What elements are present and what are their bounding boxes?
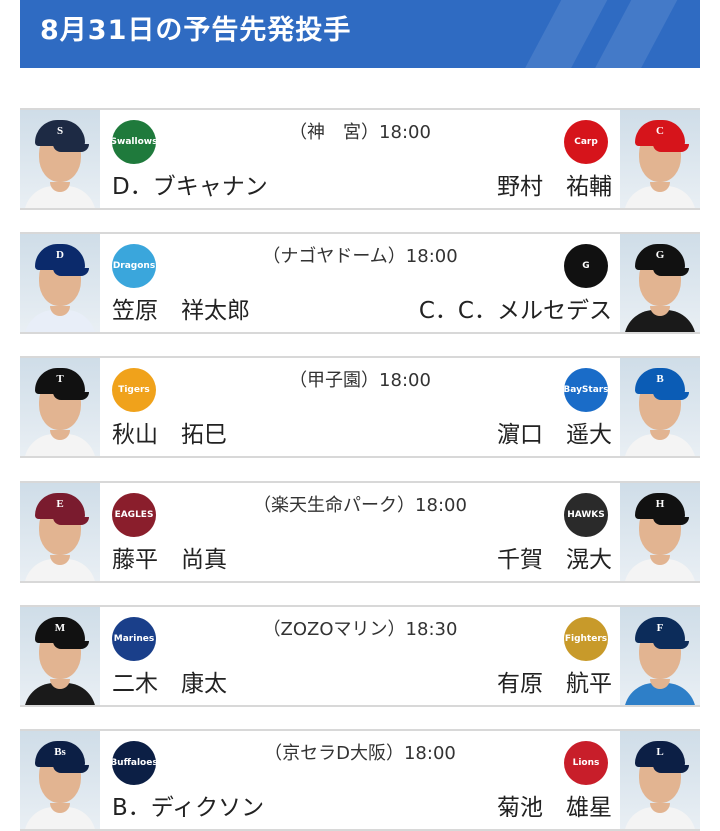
- hawks-logo: HAWKS: [564, 493, 608, 537]
- buffaloes-logo: Buffaloes: [112, 741, 156, 785]
- pitcher-photo: T: [20, 358, 100, 456]
- page-title: 8月31日の予告先発投手: [40, 15, 352, 46]
- game-card[interactable]: T B Tigers BayStars （甲子園）18:00 秋山 拓巳 濵口 遥大: [20, 356, 700, 458]
- pitcher-photo: E: [20, 483, 100, 581]
- cap-mark: G: [655, 249, 665, 261]
- cap-mark: C: [656, 125, 664, 137]
- pitcher-photo: Bs: [20, 731, 100, 829]
- game-card[interactable]: S C Swallows Carp （神 宮）18:00 D．ブキャナン 野村 祐輔: [20, 108, 700, 210]
- away-pitcher-name[interactable]: 千賀 滉大: [497, 540, 612, 574]
- cap-mark: S: [56, 125, 64, 137]
- tigers-logo: Tigers: [112, 368, 156, 412]
- eagles-logo: EAGLES: [112, 493, 156, 537]
- game-card[interactable]: E H EAGLES HAWKS （楽天生命パーク）18:00 藤平 尚真 千賀 滉大: [20, 481, 700, 583]
- venue-time: （楽天生命パーク）18:00: [253, 495, 467, 516]
- game-card[interactable]: M F Marines Fighters （ZOZOマリン）18:30 二木 康太 有原 航…: [20, 605, 700, 707]
- pitcher-photo: D: [20, 234, 100, 332]
- home-pitcher-name[interactable]: 藤平 尚真: [112, 540, 227, 574]
- lions-logo: Lions: [564, 741, 608, 785]
- page-header: 8月31日の予告先発投手: [20, 0, 700, 68]
- cap-mark: T: [56, 373, 64, 385]
- away-pitcher-name[interactable]: 濵口 遥大: [497, 415, 612, 449]
- venue-time: （ZOZOマリン）18:30: [262, 619, 458, 640]
- cap-mark: D: [56, 249, 64, 261]
- pitcher-photo: C: [620, 110, 700, 208]
- cap-mark: H: [655, 498, 665, 510]
- game-card[interactable]: Bs L Buffaloes Lions （京セラD大阪）18:00 B．ディクソン 菊池 …: [20, 729, 700, 831]
- pitcher-photo: G: [620, 234, 700, 332]
- dragons-logo: Dragons: [112, 244, 156, 288]
- carp-logo: Carp: [564, 120, 608, 164]
- cap-mark: Bs: [54, 746, 66, 758]
- cap-mark: B: [656, 373, 664, 385]
- venue-time: （ナゴヤドーム）18:00: [262, 246, 458, 267]
- giants-logo: G: [564, 244, 608, 288]
- baystars-logo: BayStars: [564, 368, 608, 412]
- pitcher-photo: B: [620, 358, 700, 456]
- game-card[interactable]: D G Dragons G （ナゴヤドーム）18:00 笠原 祥太郎 C．C．メルセデス: [20, 232, 700, 334]
- pitcher-photo: L: [620, 731, 700, 829]
- away-pitcher-name[interactable]: 菊池 雄星: [497, 788, 612, 822]
- cap-mark: E: [56, 498, 64, 510]
- venue-time: （京セラD大阪）18:00: [264, 743, 456, 764]
- pitcher-photo: H: [620, 483, 700, 581]
- venue-time: （甲子園）18:00: [289, 370, 431, 391]
- pitcher-photo: S: [20, 110, 100, 208]
- cap-mark: F: [656, 622, 664, 634]
- venue-time: （神 宮）18:00: [289, 122, 431, 143]
- marines-logo: Marines: [112, 617, 156, 661]
- home-pitcher-name[interactable]: B．ディクソン: [112, 788, 264, 822]
- away-pitcher-name[interactable]: C．C．メルセデス: [419, 291, 612, 325]
- pitcher-photo: M: [20, 607, 100, 705]
- cap-mark: L: [656, 746, 664, 758]
- swallows-logo: Swallows: [112, 120, 156, 164]
- cap-mark: M: [54, 622, 66, 634]
- home-pitcher-name[interactable]: 秋山 拓巳: [112, 415, 227, 449]
- home-pitcher-name[interactable]: D．ブキャナン: [112, 167, 268, 201]
- home-pitcher-name[interactable]: 二木 康太: [112, 664, 227, 698]
- away-pitcher-name[interactable]: 野村 祐輔: [497, 167, 612, 201]
- away-pitcher-name[interactable]: 有原 航平: [497, 664, 612, 698]
- pitcher-photo: F: [620, 607, 700, 705]
- home-pitcher-name[interactable]: 笠原 祥太郎: [112, 291, 250, 325]
- fighters-logo: Fighters: [564, 617, 608, 661]
